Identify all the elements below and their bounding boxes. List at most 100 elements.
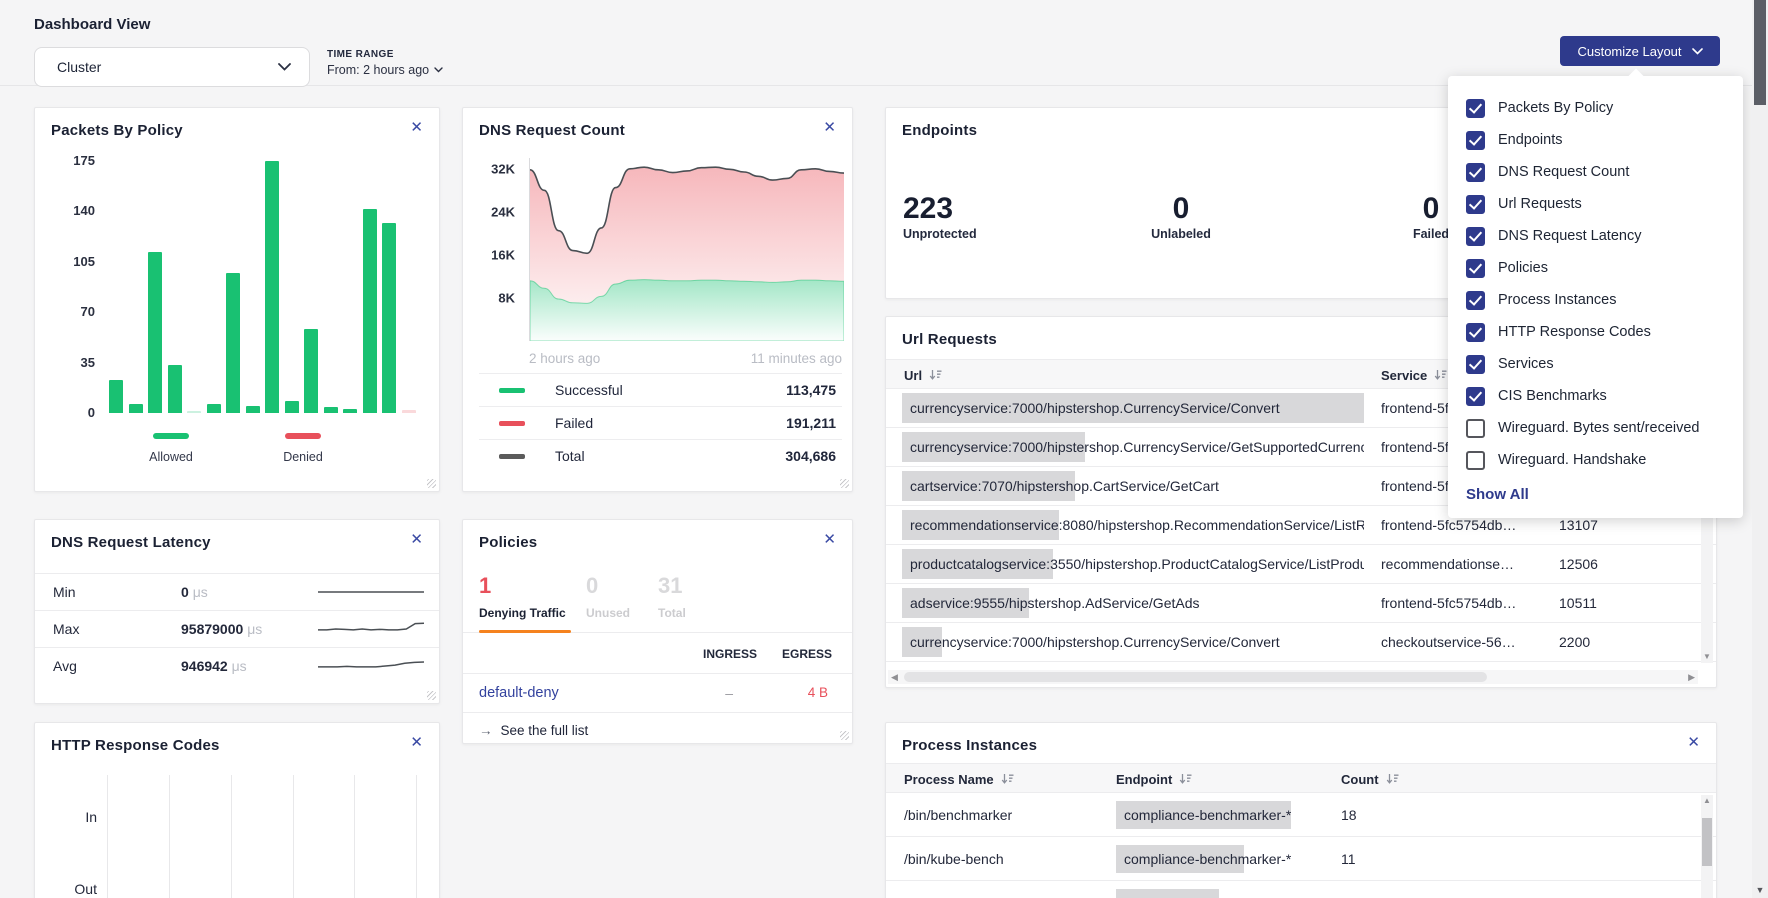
menu-item-wireguard-bytes[interactable]: Wireguard. Bytes sent/received	[1448, 412, 1743, 444]
scroll-down-arrow[interactable]: ▼	[1701, 651, 1713, 663]
table-row[interactable]: /bin/kube-bench compliance-benchmarker-*…	[886, 837, 1716, 881]
card-title: Process Instances	[902, 737, 1037, 754]
column-header-process-name[interactable]: Process Name	[904, 764, 1014, 794]
customize-layout-button[interactable]: Customize Layout	[1560, 36, 1720, 66]
tab-denying-traffic[interactable]: 1 Denying Traffic	[479, 575, 574, 620]
url-cell: adservice:9555/hipstershop.AdService/Get…	[902, 588, 1364, 618]
chevron-down-icon	[434, 67, 443, 73]
dns-legend: Successful 113,475 Failed 191,211 Total …	[479, 373, 842, 472]
sort-icon	[1001, 773, 1014, 785]
card-title: Packets By Policy	[51, 122, 183, 139]
checkbox-icon[interactable]	[1466, 387, 1485, 406]
url-cell: recommendationservice:8080/hipstershop.R…	[902, 510, 1364, 540]
table-row[interactable]: currencyservice:7000/hipstershop.Currenc…	[886, 623, 1716, 662]
scroll-up-arrow[interactable]: ▲	[1701, 795, 1713, 807]
scrollbar-thumb[interactable]	[1702, 818, 1712, 866]
packets-bar-chart: 17514010570350	[51, 161, 425, 413]
close-icon[interactable]: ✕	[1687, 735, 1700, 750]
menu-item-url-requests[interactable]: Url Requests	[1448, 188, 1743, 220]
checkbox-icon[interactable]	[1466, 163, 1485, 182]
menu-item-dns-request-count[interactable]: DNS Request Count	[1448, 156, 1743, 188]
show-all-link[interactable]: Show All	[1466, 486, 1743, 503]
dns-x-axis: 2 hours ago 11 minutes ago	[529, 351, 842, 366]
menu-item-cis-benchmarks[interactable]: CIS Benchmarks	[1448, 380, 1743, 412]
table-row[interactable]: productcatalogservice:3550/hipstershop.P…	[886, 545, 1716, 584]
time-range-label: TIME RANGE	[327, 49, 443, 60]
checkbox-icon[interactable]	[1466, 451, 1485, 470]
time-range-value[interactable]: From: 2 hours ago	[327, 63, 443, 77]
checkbox-icon[interactable]	[1466, 195, 1485, 214]
menu-item-services[interactable]: Services	[1448, 348, 1743, 380]
resize-handle[interactable]	[840, 479, 849, 488]
scrollbar-thumb[interactable]	[1754, 0, 1766, 105]
horizontal-scrollbar[interactable]: ◀ ▶	[888, 670, 1698, 684]
stat-unlabeled: 0 Unlabeled	[1121, 192, 1241, 241]
resize-handle[interactable]	[840, 731, 849, 740]
column-header-endpoint[interactable]: Endpoint	[1116, 764, 1192, 794]
close-icon[interactable]: ✕	[823, 120, 836, 135]
x-label-left: 2 hours ago	[529, 351, 600, 366]
http-response-codes-card: HTTP Response Codes ✕ In Out	[34, 722, 440, 898]
resize-handle[interactable]	[427, 479, 436, 488]
close-icon[interactable]: ✕	[410, 735, 423, 750]
resize-handle[interactable]	[427, 691, 436, 700]
menu-item-packets-by-policy[interactable]: Packets By Policy	[1448, 92, 1743, 124]
checkbox-icon[interactable]	[1466, 291, 1485, 310]
page-header: Dashboard View Cluster TIME RANGE From: …	[0, 0, 1752, 86]
column-header-count[interactable]: Count	[1341, 764, 1399, 794]
count-cell: 12506	[1559, 545, 1598, 584]
policy-name-link[interactable]: default-deny	[479, 674, 559, 712]
service-cell: frontend-5fc5754db…	[1381, 584, 1553, 623]
count-cell: 2200	[1559, 623, 1590, 662]
policies-card: Policies ✕ 1 Denying Traffic 0 Unused 31…	[462, 519, 853, 744]
table-row[interactable]: /bin/benchmarker compliance-benchmarker-…	[886, 793, 1716, 837]
process-table-body: /bin/benchmarker compliance-benchmarker-…	[886, 793, 1716, 898]
checkbox-icon[interactable]	[1466, 227, 1485, 246]
tab-unused[interactable]: 0 Unused	[586, 575, 630, 620]
scroll-left-arrow[interactable]: ◀	[891, 670, 898, 684]
x-label-right: 11 minutes ago	[751, 351, 842, 366]
packets-by-policy-card: Packets By Policy ✕ 17514010570350 Allow…	[34, 107, 440, 492]
dns-area-chart-wrap	[529, 158, 844, 341]
url-cell: productcatalogservice:3550/hipstershop.P…	[902, 549, 1364, 579]
close-icon[interactable]: ✕	[410, 532, 423, 547]
see-full-list-link[interactable]: →See the full list	[479, 723, 588, 738]
card-title: DNS Request Count	[479, 122, 625, 139]
dns-request-latency-card: DNS Request Latency ✕ Min 0 μs Max 95879…	[34, 519, 440, 704]
page-scrollbar[interactable]: ▼	[1752, 0, 1768, 898]
vertical-scrollbar[interactable]: ▲	[1701, 795, 1713, 898]
scrollbar-thumb[interactable]	[904, 672, 1487, 682]
scroll-right-arrow[interactable]: ▶	[1688, 670, 1695, 684]
column-header-service[interactable]: Service	[1381, 360, 1447, 390]
service-cell: recommendationse…	[1381, 545, 1553, 584]
menu-item-dns-request-latency[interactable]: DNS Request Latency	[1448, 220, 1743, 252]
menu-item-http-response-codes[interactable]: HTTP Response Codes	[1448, 316, 1743, 348]
legend-row-failed: Failed 191,211	[479, 406, 842, 439]
column-header-url[interactable]: Url	[904, 360, 942, 390]
menu-item-process-instances[interactable]: Process Instances	[1448, 284, 1743, 316]
dns-y-axis: 32K24K16K8K	[473, 158, 523, 341]
checkbox-icon[interactable]	[1466, 99, 1485, 118]
checkbox-icon[interactable]	[1466, 323, 1485, 342]
close-icon[interactable]: ✕	[823, 532, 836, 547]
divider	[463, 712, 852, 713]
checkbox-icon[interactable]	[1466, 355, 1485, 374]
close-icon[interactable]: ✕	[410, 120, 423, 135]
checkbox-icon[interactable]	[1466, 419, 1485, 438]
card-title: Endpoints	[902, 122, 977, 139]
customize-layout-menu: Packets By Policy Endpoints DNS Request …	[1448, 76, 1743, 518]
view-selector[interactable]: Cluster	[34, 47, 310, 87]
table-row[interactable]: benchmarker compliance-benchmarker-* 9	[886, 881, 1716, 898]
menu-item-endpoints[interactable]: Endpoints	[1448, 124, 1743, 156]
menu-item-policies[interactable]: Policies	[1448, 252, 1743, 284]
checkbox-icon[interactable]	[1466, 131, 1485, 150]
policy-row: default-deny – 4 B	[463, 674, 852, 712]
tab-total[interactable]: 31 Total	[658, 575, 686, 620]
arrow-right-icon: →	[479, 723, 493, 738]
sort-icon	[1386, 773, 1399, 785]
table-row[interactable]: adservice:9555/hipstershop.AdService/Get…	[886, 584, 1716, 623]
scroll-down-arrow[interactable]: ▼	[1752, 885, 1768, 895]
policies-table-header: INGRESS EGRESS	[463, 647, 852, 667]
menu-item-wireguard-handshake[interactable]: Wireguard. Handshake	[1448, 444, 1743, 476]
checkbox-icon[interactable]	[1466, 259, 1485, 278]
